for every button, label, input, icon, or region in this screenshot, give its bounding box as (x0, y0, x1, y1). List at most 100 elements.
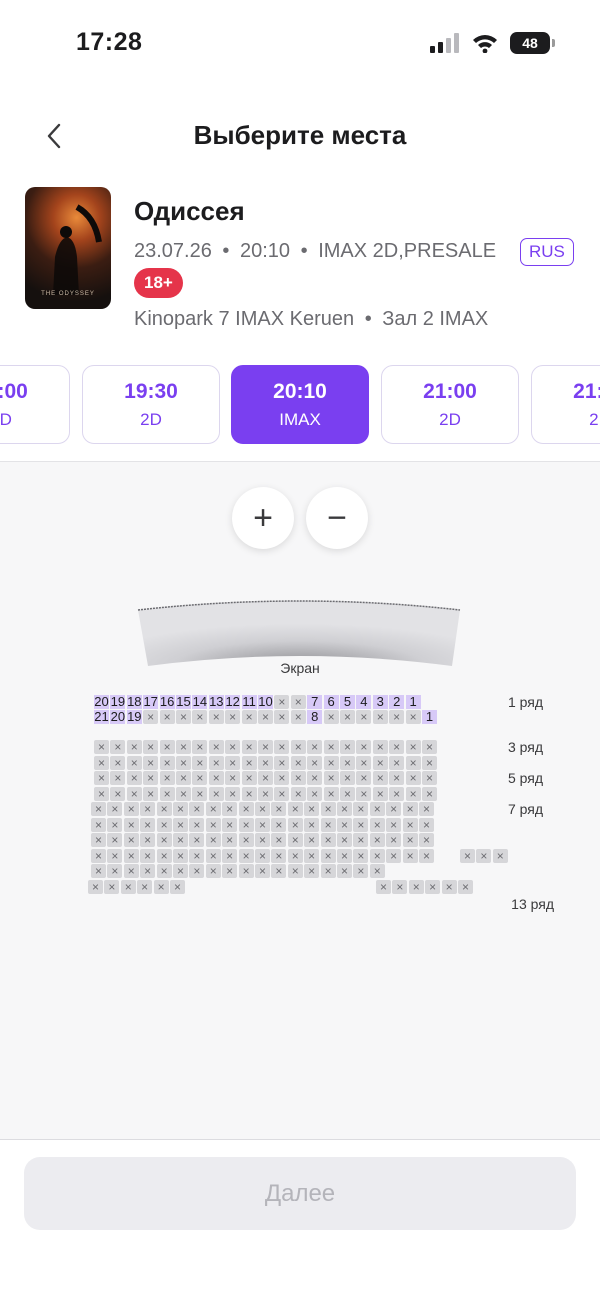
seat-unavailable[interactable]: × (192, 787, 208, 801)
seat-unavailable[interactable]: × (389, 740, 405, 754)
seat-unavailable[interactable]: × (419, 818, 434, 832)
seat-unavailable[interactable]: × (274, 756, 290, 770)
seat-unavailable[interactable]: × (156, 864, 172, 878)
seat-unavailable[interactable]: × (140, 802, 156, 816)
seat-unavailable[interactable]: × (238, 864, 254, 878)
seat-unavailable[interactable]: × (304, 833, 320, 847)
seat-unavailable[interactable]: × (402, 833, 418, 847)
seat-unavailable[interactable]: × (107, 833, 123, 847)
seat-unavailable[interactable]: × (225, 710, 241, 724)
seat-unavailable[interactable]: × (255, 864, 270, 878)
seat-unavailable[interactable]: × (372, 740, 388, 754)
seat-unavailable[interactable]: × (389, 771, 405, 785)
seat-unavailable[interactable]: × (287, 833, 303, 847)
seat-unavailable[interactable]: × (176, 787, 191, 801)
seat-unavailable[interactable]: × (107, 818, 123, 832)
seat-unavailable[interactable]: × (110, 787, 126, 801)
seat-unavailable[interactable]: × (320, 818, 336, 832)
seat-unavailable[interactable]: × (274, 787, 290, 801)
seat-available[interactable]: 18 (126, 695, 142, 709)
seat-unavailable[interactable]: × (408, 880, 424, 894)
seat-unavailable[interactable]: × (287, 802, 303, 816)
seat-unavailable[interactable]: × (123, 818, 139, 832)
seat-unavailable[interactable]: × (255, 833, 270, 847)
seat-unavailable[interactable]: × (386, 802, 402, 816)
seat-unavailable[interactable]: × (140, 818, 156, 832)
seat-unavailable[interactable]: × (323, 787, 339, 801)
seat-unavailable[interactable]: × (271, 802, 287, 816)
seat-unavailable[interactable]: × (91, 802, 106, 816)
seat-unavailable[interactable]: × (173, 818, 188, 832)
seat-available[interactable]: 10 (258, 695, 273, 709)
seat-available[interactable]: 20 (94, 695, 109, 709)
seat-unavailable[interactable]: × (91, 818, 106, 832)
seat-unavailable[interactable]: × (337, 833, 352, 847)
seat-unavailable[interactable]: × (323, 756, 339, 770)
seat-unavailable[interactable]: × (353, 849, 369, 863)
seat-unavailable[interactable]: × (441, 880, 457, 894)
seat-unavailable[interactable]: × (425, 880, 441, 894)
seat-unavailable[interactable]: × (159, 787, 175, 801)
seat-unavailable[interactable]: × (258, 710, 273, 724)
seat-unavailable[interactable]: × (126, 771, 142, 785)
seat-unavailable[interactable]: × (405, 756, 421, 770)
seat-unavailable[interactable]: × (205, 849, 221, 863)
seat-available[interactable]: 1 (422, 710, 437, 724)
seat-unavailable[interactable]: × (320, 833, 336, 847)
seat-unavailable[interactable]: × (307, 771, 323, 785)
seat-available[interactable]: 20 (110, 710, 126, 724)
seat-unavailable[interactable]: × (222, 802, 238, 816)
seat-available[interactable]: 2 (389, 695, 405, 709)
seat-unavailable[interactable]: × (392, 880, 408, 894)
seat-unavailable[interactable]: × (156, 849, 172, 863)
seat-available[interactable]: 15 (176, 695, 191, 709)
seat-unavailable[interactable]: × (274, 695, 290, 709)
seat-unavailable[interactable]: × (140, 864, 156, 878)
seat-unavailable[interactable]: × (241, 771, 257, 785)
seat-available[interactable]: 8 (307, 710, 323, 724)
seat-unavailable[interactable]: × (419, 849, 434, 863)
seat-unavailable[interactable]: × (189, 864, 205, 878)
seat-unavailable[interactable]: × (208, 771, 224, 785)
seat-unavailable[interactable]: × (290, 771, 306, 785)
seat-unavailable[interactable]: × (337, 802, 352, 816)
seat-unavailable[interactable]: × (372, 771, 388, 785)
seat-unavailable[interactable]: × (389, 710, 405, 724)
seat-unavailable[interactable]: × (222, 864, 238, 878)
seat-unavailable[interactable]: × (255, 802, 270, 816)
seat-unavailable[interactable]: × (225, 771, 241, 785)
seat-unavailable[interactable]: × (225, 756, 241, 770)
seat-unavailable[interactable]: × (159, 771, 175, 785)
seat-unavailable[interactable]: × (372, 710, 388, 724)
seat-unavailable[interactable]: × (205, 818, 221, 832)
seat-unavailable[interactable]: × (287, 864, 303, 878)
seat-unavailable[interactable]: × (402, 818, 418, 832)
seat-unavailable[interactable]: × (123, 864, 139, 878)
seat-unavailable[interactable]: × (110, 771, 126, 785)
seat-unavailable[interactable]: × (337, 818, 352, 832)
seat-unavailable[interactable]: × (290, 740, 306, 754)
seat-unavailable[interactable]: × (110, 740, 126, 754)
seat-unavailable[interactable]: × (320, 864, 336, 878)
seat-available[interactable]: 14 (192, 695, 208, 709)
seat-unavailable[interactable]: × (492, 849, 508, 863)
seat-unavailable[interactable]: × (126, 756, 142, 770)
seat-unavailable[interactable]: × (222, 849, 238, 863)
seat-unavailable[interactable]: × (304, 818, 320, 832)
seat-unavailable[interactable]: × (159, 710, 175, 724)
seat-available[interactable]: 19 (110, 695, 126, 709)
seat-unavailable[interactable]: × (143, 771, 159, 785)
seat-unavailable[interactable]: × (189, 802, 205, 816)
seat-unavailable[interactable]: × (356, 710, 372, 724)
seat-unavailable[interactable]: × (340, 756, 355, 770)
seat-unavailable[interactable]: × (241, 787, 257, 801)
seat-unavailable[interactable]: × (143, 710, 159, 724)
seat-unavailable[interactable]: × (353, 864, 369, 878)
seat-unavailable[interactable]: × (258, 787, 273, 801)
seat-available[interactable]: 7 (307, 695, 323, 709)
seat-available[interactable]: 16 (159, 695, 175, 709)
seat-unavailable[interactable]: × (340, 710, 355, 724)
seat-unavailable[interactable]: × (369, 864, 385, 878)
seat-unavailable[interactable]: × (91, 849, 106, 863)
seat-unavailable[interactable]: × (271, 833, 287, 847)
